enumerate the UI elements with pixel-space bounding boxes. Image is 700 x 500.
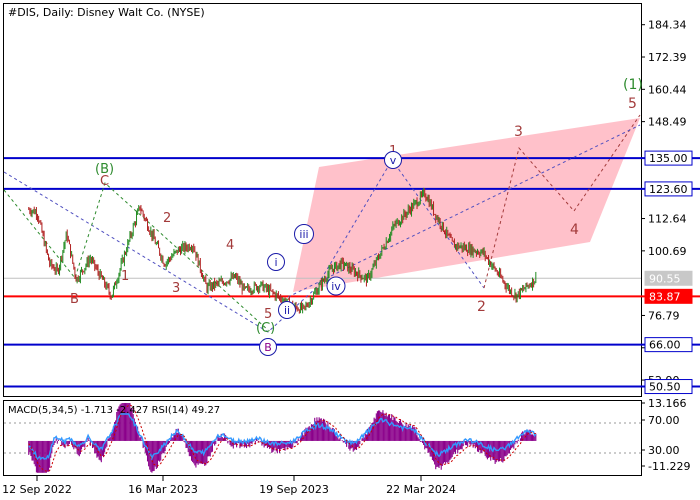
level-tag-label: 83.87 (649, 290, 681, 303)
indicator-tick-label: -11.229 (648, 460, 690, 473)
wave-label-3: 3 (172, 281, 180, 296)
wave-label-2: 2 (163, 211, 171, 226)
level-tag-label: 50.50 (649, 381, 681, 394)
wave-label-5: 5 (264, 307, 272, 322)
time-tick-label: 16 Mar 2023 (128, 483, 198, 496)
symbol-label: #DIS (8, 6, 36, 19)
price-tick-label: 184.34 (648, 19, 687, 32)
wave-label-i: i (274, 256, 277, 269)
wave-label-r5: 5 (628, 96, 637, 112)
indicator-tick-label: 13.166 (648, 397, 687, 410)
level-tag-label: 123.60 (649, 183, 688, 196)
level-tag-label: 135.00 (649, 152, 688, 165)
wave-label-r4: 4 (570, 222, 579, 238)
price-tick-label: 172.39 (648, 51, 687, 64)
wave-label-B-green: (B) (95, 162, 114, 177)
wave-label-4: 4 (226, 238, 234, 253)
indicator-tick-label: 30.00 (648, 444, 680, 457)
wave-label-ii: ii (284, 304, 290, 317)
price-tick-label: 148.49 (648, 116, 687, 129)
level-tag-label: 90.55 (649, 272, 681, 285)
indicator-tick-label: 70.00 (648, 414, 680, 427)
wave-label-iv: iv (331, 280, 341, 293)
wave-label-iii: iii (299, 228, 308, 241)
wave-label-1: 1 (121, 269, 129, 284)
price-tick-label: 112.64 (648, 213, 687, 226)
time-tick-label: 19 Sep 2023 (259, 483, 329, 496)
time-tick-label: 12 Sep 2022 (2, 483, 72, 496)
chart-title: #DIS, Daily: Disney Walt Co. (NYSE) (8, 6, 205, 19)
wave-label-B-circle: B (264, 341, 272, 354)
wave-label-v: v (390, 154, 397, 167)
level-tag-label: 66.00 (649, 339, 681, 352)
price-chart[interactable]: C (B) B 1 2 3 4 5 (C) 1 2 3 4 5 (1) B i … (0, 0, 700, 500)
wave-label-g1: (1) (623, 77, 643, 93)
wave-label-r3: 3 (514, 124, 523, 140)
indicator-title: MACD(5,34,5) -1.713 -2.427 RSI(14) 49.27 (8, 405, 220, 416)
price-tick-label: 100.69 (648, 245, 687, 258)
wave-label-r2: 2 (477, 299, 486, 315)
price-tick-label: 160.44 (648, 83, 687, 96)
timeframe-label: Daily (43, 6, 71, 19)
wave-label-C-green: (C) (256, 321, 275, 336)
time-tick-label: 22 Mar 2024 (386, 483, 456, 496)
price-tick-label: 76.79 (648, 309, 680, 322)
wave-label-B: B (70, 292, 79, 307)
instrument-name: Disney Walt Co. (NYSE) (77, 6, 204, 19)
